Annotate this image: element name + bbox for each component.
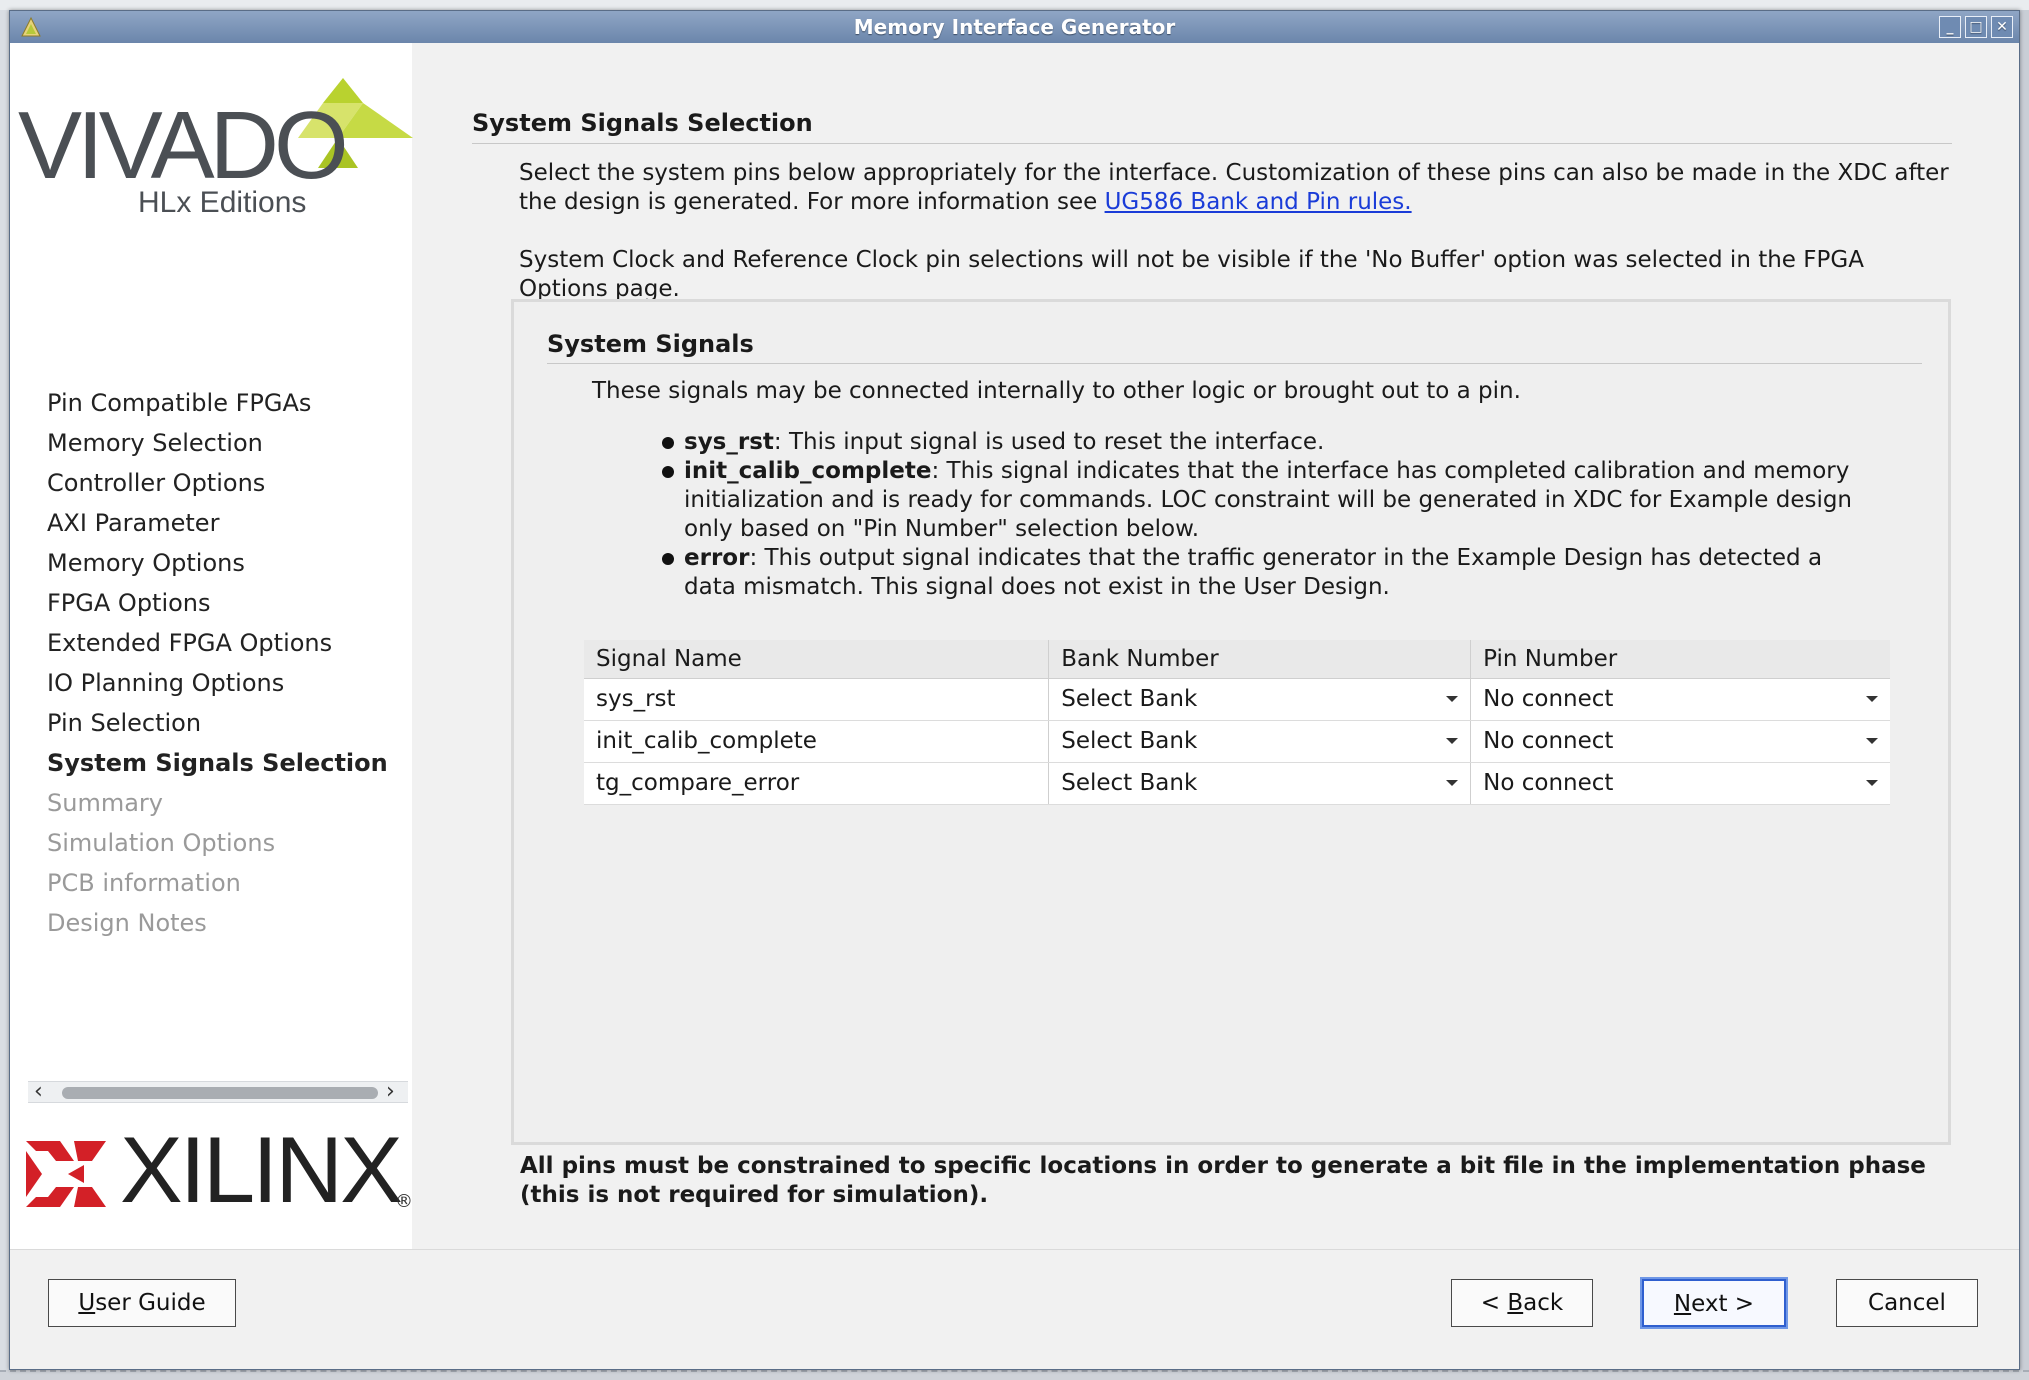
signal-description-list: sys_rst: This input signal is used to re… (656, 428, 1866, 602)
close-icon[interactable]: ✕ (1991, 16, 2013, 38)
scroll-right-icon[interactable]: › (386, 1079, 395, 1104)
maximize-icon[interactable]: □ (1965, 16, 1987, 38)
button-bar-divider (10, 1249, 2019, 1250)
window-titlebar[interactable]: Memory Interface Generator _ □ ✕ (10, 11, 2019, 43)
user-guide-button[interactable]: User Guide (48, 1279, 236, 1327)
signal-term: init_calib_complete (684, 458, 932, 484)
scroll-left-icon[interactable]: ‹ (34, 1079, 43, 1104)
pin-number-cell: No connect (1470, 762, 1890, 805)
mig-dialog: Memory Interface Generator _ □ ✕ VIVADO … (9, 10, 2020, 1370)
wizard-step-summary: Summary (47, 789, 163, 817)
scrollbar-thumb[interactable] (62, 1087, 378, 1099)
wizard-step-list: Pin Compatible FPGAs Memory Selection Cont… (47, 383, 388, 943)
wizard-step-axi-parameter[interactable]: AXI Parameter (47, 503, 388, 543)
column-header[interactable]: Pin Number (1470, 640, 1890, 679)
select-value: No connect (1483, 686, 1614, 712)
wizard-step-design-notes: Design Notes (47, 909, 207, 937)
pin-number-cell: No connect (1470, 678, 1890, 721)
signal-description: : This output signal indicates that the … (684, 545, 1823, 600)
wizard-step-fpga-options[interactable]: FPGA Options (47, 583, 388, 623)
signal-term: error (684, 545, 750, 571)
list-item: error: This output signal indicates that… (656, 544, 1866, 602)
window-controls: _ □ ✕ (1939, 16, 2013, 38)
page-title: System Signals Selection (472, 109, 813, 137)
vivado-logo-text: VIVADO (18, 92, 349, 199)
table-row: tg_compare_error Select Bank No connect (584, 762, 1890, 805)
wizard-step-pin-selection[interactable]: Pin Selection (47, 703, 388, 743)
wizard-step-memory-selection[interactable]: Memory Selection (47, 423, 388, 463)
wizard-step-pin-compatible-fpgas[interactable]: Pin Compatible FPGAs (47, 383, 388, 423)
next-button[interactable]: Next > (1640, 1277, 1788, 1329)
constraint-warning: All pins must be constrained to specific… (520, 1153, 1926, 1208)
group-divider (547, 363, 1922, 364)
group-title: System Signals (547, 330, 754, 358)
sidebar-horizontal-scrollbar[interactable]: ‹ › (28, 1079, 408, 1104)
chevron-down-icon[interactable] (1446, 696, 1459, 702)
pin-select[interactable]: No connect (1483, 686, 1878, 712)
table-row: sys_rst Select Bank No connect (584, 678, 1890, 721)
select-value: No connect (1483, 770, 1614, 796)
table-header-row: Signal Name Bank Number Pin Number (584, 640, 1890, 679)
system-signals-group: System Signals These signals may be conn… (511, 299, 1951, 1145)
signal-description: : This input signal is used to reset the… (773, 429, 1325, 455)
bank-select[interactable]: Select Bank (1061, 728, 1459, 754)
group-description: These signals may be connected internall… (592, 378, 1521, 404)
chevron-down-icon[interactable] (1446, 738, 1459, 744)
pin-select[interactable]: No connect (1483, 770, 1878, 796)
signal-name-cell: init_calib_complete (584, 720, 1050, 763)
page-content: System Signals Selection Select the syst… (412, 43, 2019, 1249)
chevron-down-icon[interactable] (1866, 780, 1878, 786)
select-value: No connect (1483, 728, 1614, 754)
pin-select[interactable]: No connect (1483, 728, 1878, 754)
chevron-down-icon[interactable] (1446, 780, 1459, 786)
bank-select[interactable]: Select Bank (1061, 770, 1459, 796)
list-item: sys_rst: This input signal is used to re… (656, 428, 1866, 457)
wizard-step-io-planning-options[interactable]: IO Planning Options (47, 663, 388, 703)
background-status-edge (0, 1370, 2029, 1380)
ug586-link[interactable]: UG586 Bank and Pin rules. (1105, 189, 1412, 215)
pin-number-cell: No connect (1470, 720, 1890, 763)
bank-number-cell: Select Bank (1048, 720, 1472, 763)
wizard-step-pcb-information: PCB information (47, 869, 241, 897)
bank-number-cell: Select Bank (1048, 678, 1472, 721)
back-button[interactable]: < Back (1451, 1279, 1593, 1327)
bank-select[interactable]: Select Bank (1061, 686, 1459, 712)
signal-name-cell: tg_compare_error (584, 762, 1050, 805)
registered-mark: ® (395, 1191, 413, 1212)
wizard-step-memory-options[interactable]: Memory Options (47, 543, 388, 583)
bank-number-cell: Select Bank (1048, 762, 1472, 805)
column-header[interactable]: Bank Number (1048, 640, 1472, 679)
intro-paragraph: Select the system pins below appropriate… (519, 159, 1949, 217)
vivado-logo-subtitle: HLx Editions (138, 186, 307, 219)
chevron-down-icon[interactable] (1866, 696, 1878, 702)
wizard-step-controller-options[interactable]: Controller Options (47, 463, 388, 503)
select-value: Select Bank (1061, 728, 1198, 754)
minimize-icon[interactable]: _ (1939, 16, 1961, 38)
background-app-edge (2020, 10, 2029, 1380)
cancel-button[interactable]: Cancel (1836, 1279, 1978, 1327)
list-item: init_calib_complete: This signal indicat… (656, 457, 1866, 544)
select-value: Select Bank (1061, 686, 1198, 712)
title-divider (472, 143, 1952, 144)
background-menubar (0, 0, 2029, 10)
signal-term: sys_rst (684, 429, 774, 455)
wizard-step-system-signals-selection[interactable]: System Signals Selection (47, 743, 388, 783)
signal-name-cell: sys_rst (584, 678, 1050, 721)
window-title: Memory Interface Generator (853, 15, 1176, 39)
select-value: Select Bank (1061, 770, 1198, 796)
wizard-steps-pane: VIVADO HLx Editions Pin Compatible FPGAs… (10, 43, 413, 1249)
wizard-step-simulation-options: Simulation Options (47, 829, 276, 857)
vivado-app-icon (21, 16, 41, 37)
chevron-down-icon[interactable] (1866, 738, 1878, 744)
system-signals-table: Signal Name Bank Number Pin Number sys_rst… (584, 640, 1890, 805)
table-row: init_calib_complete Select Bank No connect (584, 720, 1890, 763)
wizard-step-extended-fpga-options[interactable]: Extended FPGA Options (47, 623, 388, 663)
column-header[interactable]: Signal Name (584, 640, 1050, 679)
xilinx-logo-text: XILINX (120, 1117, 403, 1222)
clock-note-paragraph: System Clock and Reference Clock pin sel… (519, 247, 1864, 302)
